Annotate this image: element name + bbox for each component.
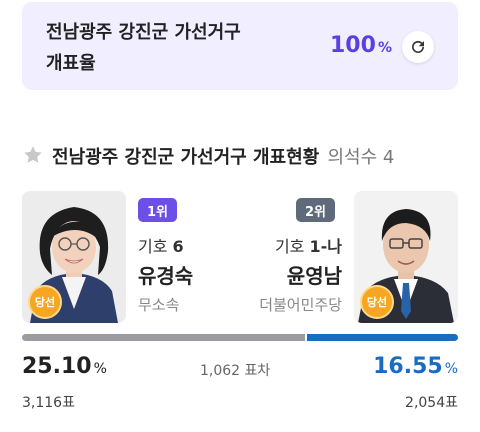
- refresh-button[interactable]: [402, 31, 434, 63]
- won-badge-2: 당선: [360, 285, 394, 319]
- vote-difference: 1,062 표차: [200, 363, 271, 379]
- counting-rate-card: [22, 2, 458, 90]
- vote-percent-1: 25.10%: [22, 354, 107, 379]
- candidate-number-1: 기호 6: [138, 237, 184, 256]
- rank-badge-1: 1위: [138, 198, 178, 222]
- candidate-number-2: 기호 1-나: [274, 237, 342, 256]
- vote-bar-candidate-2: [307, 334, 458, 341]
- won-badge-1: 당선: [28, 285, 62, 319]
- vote-count-2: 2,054표: [405, 395, 458, 411]
- vote-bar-candidate-1: [22, 334, 305, 341]
- candidate-name-1[interactable]: 유경숙: [138, 260, 193, 289]
- star-icon[interactable]: [22, 144, 44, 166]
- candidate-photo-1[interactable]: 당선: [22, 191, 126, 323]
- counting-rate-value: 100%: [330, 33, 392, 58]
- seat-count: 의석수 4: [327, 147, 395, 168]
- vote-percent-2: 16.55%: [373, 354, 458, 379]
- district-title: 전남광주 강진군 가선거구: [46, 22, 241, 43]
- vote-count-1: 3,116표: [22, 395, 75, 411]
- refresh-icon: [412, 40, 424, 53]
- counting-rate-label: 개표율: [46, 53, 96, 74]
- rank-badge-2: 2위: [296, 198, 336, 222]
- candidate-party-2: 더불어민주당: [259, 296, 342, 314]
- section-title: 전남광주 강진군 가선거구 개표현황 의석수 4: [52, 147, 395, 168]
- candidate-party-1: 무소속: [138, 296, 180, 314]
- candidate-name-2[interactable]: 윤영남: [287, 260, 342, 289]
- candidate-photo-2[interactable]: 당선: [354, 191, 458, 323]
